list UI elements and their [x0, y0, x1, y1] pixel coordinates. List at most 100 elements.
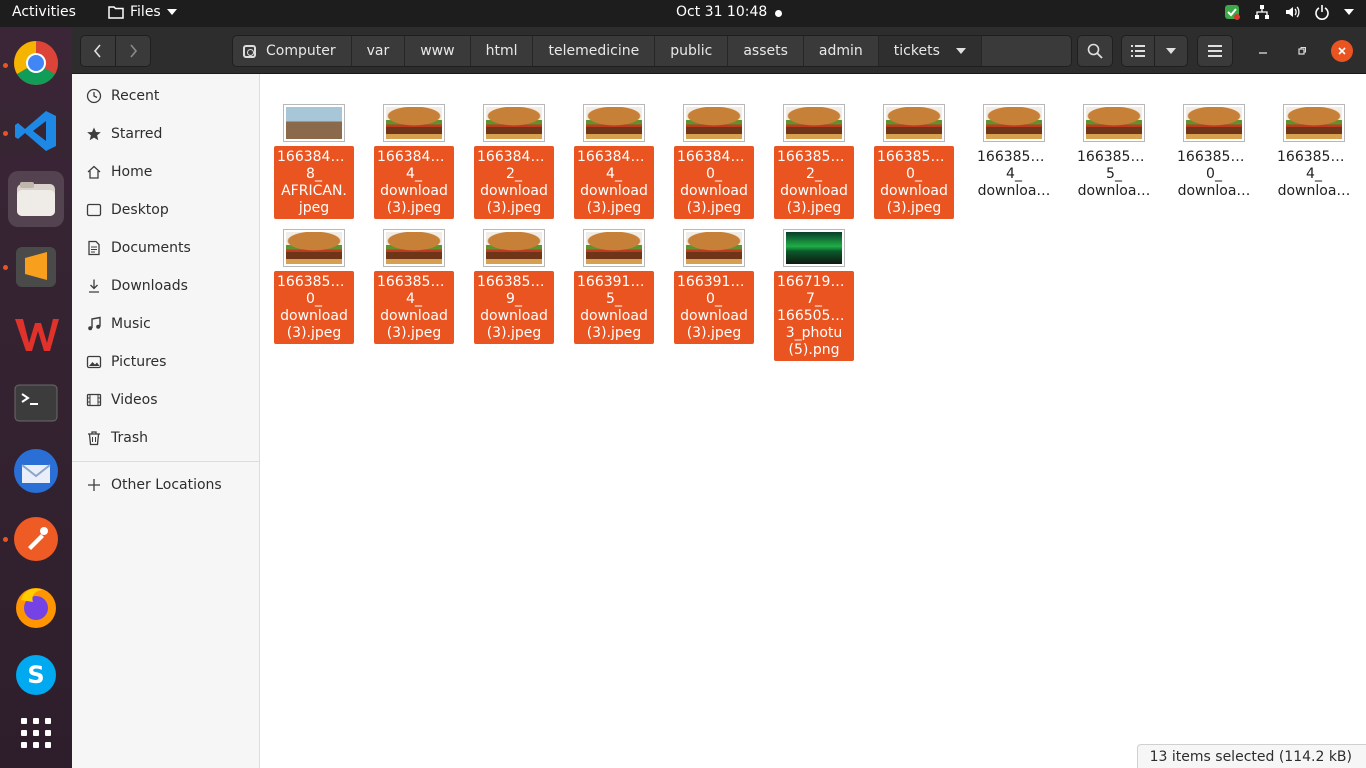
show-applications-button[interactable]	[8, 705, 64, 761]
dock-firefox[interactable]	[8, 579, 64, 635]
maximize-button[interactable]	[1291, 40, 1313, 62]
sidebar-item-documents[interactable]: Documents	[72, 229, 259, 267]
file-name-line: 4_	[1306, 166, 1322, 182]
picture-icon	[86, 355, 102, 369]
sidebar-item-label: Starred	[111, 126, 163, 142]
file-name-line: download	[380, 308, 448, 324]
clock[interactable]: Oct 31 10:48	[676, 4, 767, 20]
path-crumb[interactable]: telemedicine	[533, 36, 656, 66]
path-crumb-label: Computer	[266, 43, 336, 59]
sidebar-item-recent[interactable]: Recent	[72, 77, 259, 115]
file-name-line: downloa…	[977, 183, 1051, 199]
update-shield-icon[interactable]	[1224, 4, 1240, 20]
network-icon[interactable]	[1254, 4, 1270, 20]
power-icon[interactable]	[1314, 4, 1330, 20]
music-icon	[88, 316, 101, 331]
file-item[interactable]: 166385379 5_ downloa…	[1074, 74, 1154, 202]
path-crumb[interactable]: www	[405, 36, 471, 66]
file-name-line: 2_	[506, 166, 522, 182]
file-grid[interactable]: 166384574 8_ AFRICAN. jpeg 166384584 4_ downlo…	[261, 74, 1366, 768]
search-button[interactable]	[1077, 35, 1113, 67]
path-crumb-computer[interactable]: Computer	[233, 36, 352, 66]
file-name-line: download	[680, 308, 748, 324]
file-name-line: downloa…	[1077, 183, 1151, 199]
file-name-line: 166385293	[777, 149, 851, 165]
file-item[interactable]: 166385381 4_ download (3).jpeg	[374, 199, 454, 344]
file-item[interactable]: 166391394 0_ download (3).jpeg	[674, 199, 754, 344]
file-item[interactable]: 166385381 0_ download (3).jpeg	[274, 199, 354, 344]
dock-terminal[interactable]	[8, 375, 64, 431]
file-item[interactable]: 166719339 7_ 166505899 3_photu (5).png	[774, 199, 854, 361]
dock-vscode[interactable]	[8, 103, 64, 159]
file-item[interactable]: 166385293 2_ download (3).jpeg	[774, 74, 854, 219]
minimize-button[interactable]	[1252, 40, 1274, 62]
sidebar-item-trash[interactable]: Trash	[72, 419, 259, 457]
dock-postman[interactable]	[8, 511, 64, 567]
list-view-button[interactable]	[1121, 35, 1155, 67]
path-crumb-current[interactable]: tickets	[878, 36, 982, 66]
file-item[interactable]: 166384585 2_ download (3).jpeg	[474, 74, 554, 219]
file-item[interactable]: 166384584 4_ download (3).jpeg	[374, 74, 454, 219]
view-options-button[interactable]	[1154, 35, 1188, 67]
sidebar-item-label: Videos	[111, 392, 158, 408]
file-name-line: 166385381	[277, 274, 351, 290]
sidebar-item-music[interactable]: Music	[72, 305, 259, 343]
close-button[interactable]	[1331, 40, 1353, 62]
sidebar-item-videos[interactable]: Videos	[72, 381, 259, 419]
file-item[interactable]: 166391061 5_ download (3).jpeg	[574, 199, 654, 344]
burger-image	[486, 107, 542, 139]
dock-files[interactable]	[8, 171, 64, 227]
file-item[interactable]: 166385379 4_ downloa…	[974, 74, 1054, 202]
path-crumb[interactable]: html	[471, 36, 534, 66]
file-item[interactable]: 166384574 8_ AFRICAN. jpeg	[274, 74, 354, 219]
file-item[interactable]: 166385379 0_ download (3).jpeg	[874, 74, 954, 219]
file-name-line: download	[880, 183, 948, 199]
burger-image	[1286, 107, 1342, 139]
file-thumbnail	[683, 104, 745, 142]
dock-chrome[interactable]	[8, 35, 64, 91]
sidebar-item-other-locations[interactable]: Other Locations	[72, 466, 259, 504]
file-name-line: downloa…	[1277, 183, 1351, 199]
file-item[interactable]: 166385381 9_ download (3).jpeg	[474, 199, 554, 344]
file-thumbnail	[783, 229, 845, 267]
dock-skype[interactable]: S	[8, 647, 64, 703]
dock-wps-office[interactable]	[8, 307, 64, 363]
list-view-icon	[1131, 45, 1145, 57]
sidebar-item-pictures[interactable]: Pictures	[72, 343, 259, 381]
chevron-down-icon	[1166, 48, 1176, 54]
file-item[interactable]: 166384758 0_ download (3).jpeg	[674, 74, 754, 219]
file-name-line: (5).png	[788, 342, 840, 358]
sidebar-item-home[interactable]: Home	[72, 153, 259, 191]
file-item[interactable]: 166385380 0_ downloa…	[1174, 74, 1254, 202]
file-name-line: download	[480, 183, 548, 199]
app-menu[interactable]: Files	[108, 4, 177, 20]
volume-icon[interactable]	[1284, 4, 1300, 20]
dock-sublime-text[interactable]	[8, 239, 64, 295]
home-icon	[87, 165, 101, 179]
file-name-line: 0_	[306, 291, 322, 307]
file-thumbnail	[283, 104, 345, 142]
file-name: 166385379 4_ downloa…	[974, 146, 1054, 202]
sidebar-item-starred[interactable]: Starred	[72, 115, 259, 153]
path-crumb[interactable]: public	[655, 36, 729, 66]
back-button[interactable]	[80, 35, 116, 67]
main-menu-button[interactable]	[1197, 35, 1233, 67]
sidebar-item-downloads[interactable]: Downloads	[72, 267, 259, 305]
path-crumb[interactable]: var	[352, 36, 406, 66]
activities-button[interactable]: Activities	[12, 4, 76, 20]
sidebar-item-label: Downloads	[111, 278, 188, 294]
file-name-line: 166385380	[1177, 149, 1251, 165]
forward-button[interactable]	[115, 35, 151, 67]
file-name-line: 166505899	[777, 308, 851, 324]
sidebar-item-desktop[interactable]: Desktop	[72, 191, 259, 229]
path-crumb[interactable]: admin	[804, 36, 879, 66]
dock-thunderbird[interactable]	[8, 443, 64, 499]
path-crumb-label: tickets	[893, 43, 940, 59]
path-crumb[interactable]: assets	[728, 36, 804, 66]
file-item[interactable]: 166384757 4_ download (3).jpeg	[574, 74, 654, 219]
places-sidebar: Recent Starred Home Desktop Documents Do…	[72, 74, 260, 768]
sidebar-item-label: Other Locations	[111, 477, 222, 493]
file-item[interactable]: 166385380 4_ downloa…	[1274, 74, 1354, 202]
system-tray[interactable]	[1224, 4, 1354, 20]
system-menu-chevron-icon[interactable]	[1344, 9, 1354, 15]
